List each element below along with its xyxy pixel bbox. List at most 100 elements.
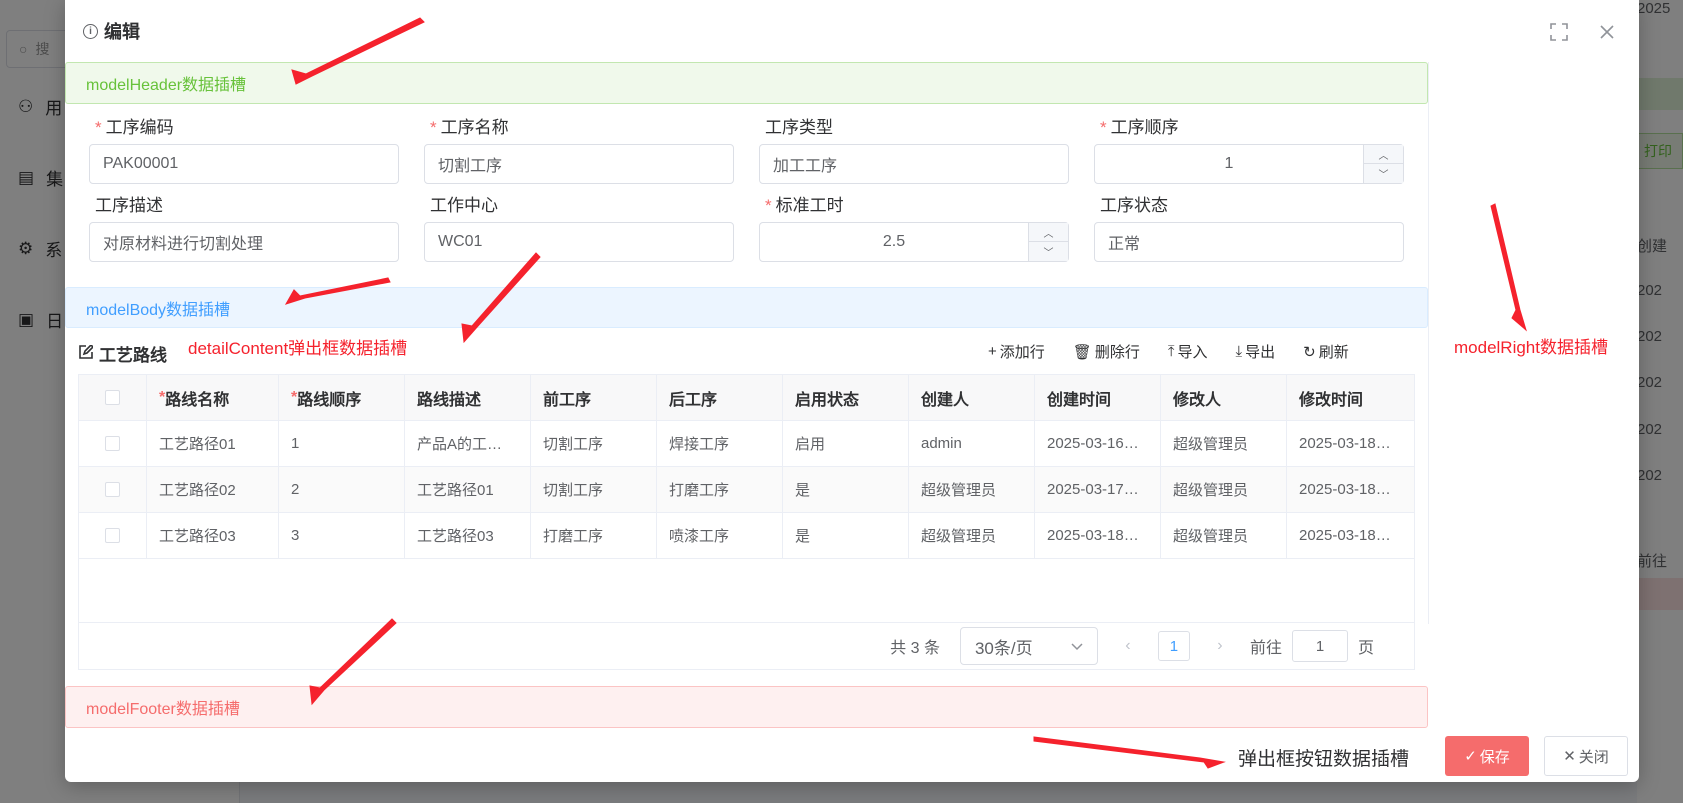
table-cell: 2 (279, 467, 405, 512)
form-label: * 标准工时 (765, 196, 844, 215)
detail-toolbar: + 添加行 🗑 删除行 ⤒ 导入 ⤓ 导出 ↻ 刷新 (988, 341, 1349, 362)
export-button[interactable]: ⤓ 导出 (1236, 341, 1276, 362)
next-page-icon[interactable]: › (1210, 637, 1230, 655)
table-cell: 2025-03-18… (1035, 513, 1161, 558)
add-row-button[interactable]: + 添加行 (988, 341, 1045, 362)
table-cell: 2025-03-16… (1035, 421, 1161, 466)
form-label: * 工序顺序 (1100, 118, 1179, 137)
table-cell: 工艺路径03 (405, 513, 531, 558)
save-button[interactable]: ✓ 保存 (1445, 736, 1529, 776)
prev-page-icon[interactable]: ‹ (1118, 637, 1138, 655)
table-cell: 产品A的工… (405, 421, 531, 466)
detail-content-slot-label: detailContent弹出框数据插槽 (188, 339, 408, 358)
table-header-label: 创建时间 (1047, 391, 1112, 409)
table-cell: 2025-03-18… (1299, 481, 1391, 498)
form-item-type: 工序类型 加工工序 (759, 116, 1069, 184)
work-center-input[interactable]: WC01 (424, 222, 734, 262)
process-code-input[interactable]: PAK00001 (89, 144, 399, 184)
table-header-cell: * 路线名称 (147, 375, 279, 420)
chevron-down-icon (1071, 636, 1083, 656)
table-header-cell: 启用状态 (783, 375, 909, 420)
refresh-button[interactable]: ↻ 刷新 (1303, 341, 1349, 362)
dialog-header: i 编辑 (65, 0, 1639, 62)
form-item-order: * 工序顺序 1 ︿ ﹀ (1094, 116, 1404, 184)
table-header-row: * 路线名称 * 路线顺序 路线描述 前工序 后工序 启用状态 创建人 创建时间 修改人 修改时间 (79, 375, 1414, 421)
process-desc-input[interactable]: 对原材料进行切割处理 (89, 222, 399, 262)
page-size-select[interactable]: 30条/页 (959, 627, 1098, 665)
select-all-checkbox[interactable] (105, 390, 120, 405)
form-label: 工序描述 (95, 196, 163, 215)
form-item-name: * 工序名称 切割工序 (424, 116, 734, 184)
model-right-slot-label: modelRight数据插槽 (1454, 338, 1608, 357)
button-slot-label: 弹出框按钮数据插槽 (1238, 749, 1410, 770)
row-checkbox[interactable] (105, 436, 120, 451)
form-item-center: 工作中心 WC01 (424, 194, 734, 262)
table-header-label: 前工序 (543, 391, 592, 409)
upload-icon: ⤒ (1167, 343, 1175, 360)
table-header-cell: 前工序 (531, 375, 657, 420)
fullscreen-icon[interactable] (1549, 22, 1569, 42)
close-button[interactable]: ✕ 关闭 (1544, 736, 1628, 776)
process-status-input[interactable]: 正常 (1094, 222, 1404, 262)
dialog-title: i 编辑 (83, 18, 140, 44)
form-item-desc: 工序描述 对原材料进行切割处理 (89, 194, 399, 262)
model-footer-slot: modelFooter数据插槽 (65, 686, 1428, 728)
form-item-code: * 工序编码 PAK00001 (89, 116, 399, 184)
decrement-button[interactable]: ﹀ (1029, 242, 1068, 261)
form-label: * 工序编码 (95, 118, 174, 137)
table-cell: 超级管理员 (1161, 421, 1287, 466)
table-cell: 切割工序 (531, 467, 657, 512)
table-header-label: 启用状态 (795, 391, 860, 409)
close-icon[interactable] (1597, 22, 1617, 42)
table-empty-space (79, 559, 1414, 623)
table-cell: 工艺路径03 (147, 513, 279, 558)
table-cell: 超级管理员 (1161, 467, 1287, 512)
process-type-input[interactable]: 加工工序 (759, 144, 1069, 184)
row-checkbox-cell (79, 421, 147, 466)
page-number-current[interactable]: 1 (1157, 631, 1190, 661)
table-cell: admin (909, 421, 1035, 466)
pagination-total: 共 3 条 (890, 640, 940, 657)
form-item-status: 工序状态 正常 (1094, 194, 1404, 262)
process-name-input[interactable]: 切割工序 (424, 144, 734, 184)
table-row[interactable]: 工艺路径02 2 工艺路径01 切割工序 打磨工序是超级管理员 2025-03-17… 超级… (79, 467, 1414, 513)
delete-row-button[interactable]: 🗑 删除行 (1073, 341, 1140, 362)
table-cell: 2025-03-17… (1035, 467, 1161, 512)
edit-dialog: i 编辑 modelHeader数据插槽 * 工序编码 PAK00001 * 工序名… (65, 0, 1639, 782)
increment-button[interactable]: ︿ (1029, 223, 1068, 242)
table-header-label: 修改人 (1173, 391, 1222, 409)
table-cell: 工艺路径01 (147, 421, 279, 466)
process-order-stepper[interactable]: 1 ︿ ﹀ (1094, 144, 1404, 184)
process-order-value[interactable]: 1 (1095, 145, 1363, 183)
refresh-icon: ↻ (1303, 343, 1316, 361)
trash-icon: 🗑 (1072, 343, 1092, 361)
import-button[interactable]: ⤒ 导入 (1168, 341, 1208, 362)
row-checkbox[interactable] (105, 482, 120, 497)
table-cell: 是 (783, 513, 909, 558)
row-checkbox[interactable] (105, 528, 120, 543)
table-header-cell: 创建人 (909, 375, 1035, 420)
goto-page-input[interactable]: 1 (1291, 630, 1348, 662)
std-time-value[interactable]: 2.5 (760, 223, 1028, 261)
table-cell: 超级管理员 (909, 513, 1035, 558)
form-label: * 工序名称 (430, 118, 509, 137)
table-cell: 喷漆工序 (657, 513, 783, 558)
table-header-cell: * 路线顺序 (279, 375, 405, 420)
table-row[interactable]: 工艺路径03 3 工艺路径03 打磨工序 喷漆工序是超级管理员 2025-03-18… 超级… (79, 513, 1414, 559)
table-header-label: 后工序 (669, 391, 718, 409)
table-row[interactable]: 工艺路径01 1 产品A的工… 切割工序 焊接工序 启用 admin 2025-03-16… 超… (79, 421, 1414, 467)
row-checkbox-cell (79, 467, 147, 512)
increment-button[interactable]: ︿ (1364, 145, 1403, 164)
table-header-label: 修改时间 (1299, 391, 1364, 409)
table-header-cell: 修改人 (1161, 375, 1287, 420)
table-cell: 启用 (783, 421, 909, 466)
form-label: 工序类型 (765, 118, 833, 137)
decrement-button[interactable]: ﹀ (1364, 164, 1403, 183)
table-header-label: 创建人 (921, 391, 970, 409)
close-icon: ✕ (1563, 748, 1576, 765)
table-cell: 切割工序 (531, 421, 657, 466)
std-time-stepper[interactable]: 2.5 ︿ ﹀ (759, 222, 1069, 262)
edit-icon (79, 343, 95, 364)
table-cell: 工艺路径01 (405, 467, 531, 512)
table-cell: 超级管理员 (909, 467, 1035, 512)
